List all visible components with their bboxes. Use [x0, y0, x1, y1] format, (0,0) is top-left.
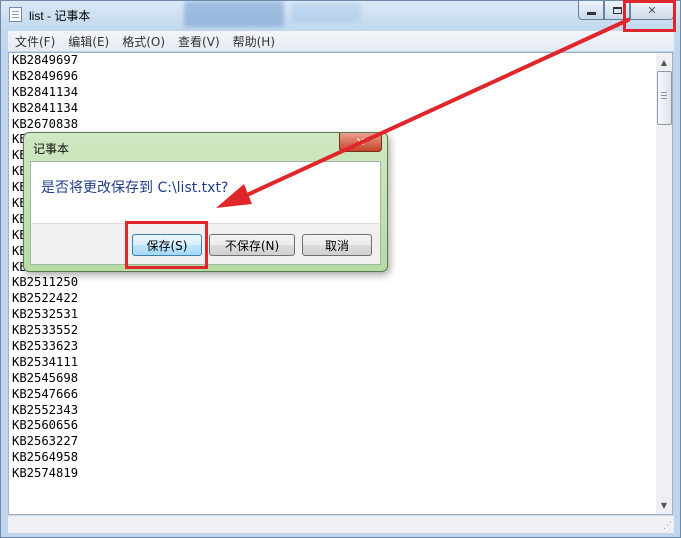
scroll-thumb[interactable] [657, 71, 672, 125]
background-glow [291, 3, 361, 23]
text-line: KB2533623 [12, 339, 79, 354]
text-line: KB2534111 [12, 354, 79, 369]
notepad-app-icon [9, 7, 22, 22]
text-line: KB2532531 [12, 307, 79, 322]
text-line: KB2564958 [12, 450, 79, 465]
dialog-content: 是否将更改保存到 C:\list.txt? [30, 161, 381, 223]
text-line: KB2849697 [12, 53, 79, 67]
dialog-message: 是否将更改保存到 C:\list.txt? [41, 180, 229, 196]
text-line: KB2560656 [12, 418, 79, 433]
cancel-button[interactable]: 取消 [302, 234, 372, 256]
text-line: KB2574819 [12, 466, 79, 481]
text-line: KB2841134 [12, 84, 79, 99]
scroll-up-icon[interactable]: ▲ [656, 54, 672, 70]
text-line: KB2522422 [12, 291, 79, 306]
scroll-down-icon[interactable]: ▼ [656, 497, 672, 513]
menu-item[interactable]: 格式(O) [115, 33, 171, 50]
minimize-button[interactable] [578, 1, 604, 20]
background-glow [184, 1, 284, 27]
text-line: KB2545698 [12, 370, 79, 385]
text-line: KB2552343 [12, 402, 79, 417]
text-line: KB2547666 [12, 386, 79, 401]
text-editor[interactable]: KB2849697 KB2849696 KB2841134 KB2841134 KB26… [8, 52, 656, 515]
text-line: KB2511250 [12, 275, 79, 290]
text-line: KB2533552 [12, 323, 79, 338]
highlight-save-box [125, 221, 208, 269]
title-bar[interactable]: list - 记事本 ✕ [1, 1, 680, 31]
vertical-scrollbar[interactable]: ▲ ▼ [656, 52, 673, 515]
dialog-title: 记事本 [33, 142, 70, 156]
dont-save-button[interactable]: 不保存(N) [209, 234, 295, 256]
window-title: list - 记事本 [29, 9, 91, 23]
dialog-close-button[interactable]: ✕ [339, 133, 382, 152]
menu-bar: 文件(F) 编辑(E) 格式(O) 查看(V) 帮助(H) [8, 31, 674, 51]
bottom-bar: ⋰ [8, 515, 674, 533]
text-line: KB2563227 [12, 434, 79, 449]
menu-item[interactable]: 查看(V) [171, 33, 226, 50]
text-line: KB2670838 [12, 116, 79, 131]
resize-grip-icon[interactable]: ⋰ [663, 521, 672, 531]
highlight-close-box [623, 0, 676, 32]
maximize-icon [612, 6, 622, 14]
minimize-icon [586, 11, 596, 15]
menu-item[interactable]: 文件(F) [8, 33, 61, 50]
text-line: KB2849696 [12, 68, 79, 83]
menu-item[interactable]: 编辑(E) [61, 33, 115, 50]
text-line: KB2841134 [12, 100, 79, 115]
close-icon: ✕ [355, 135, 366, 149]
menu-item[interactable]: 帮助(H) [226, 33, 281, 50]
